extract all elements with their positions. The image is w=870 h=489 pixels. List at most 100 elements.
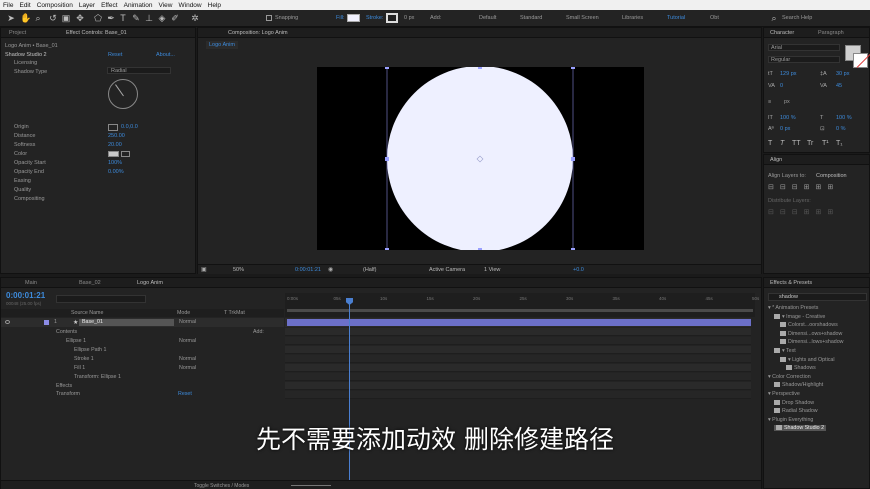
effects-list-item[interactable]: Dimensi...lows+shadow <box>780 339 844 345</box>
tab-main[interactable]: Main <box>25 280 37 286</box>
fill-property[interactable]: Fill 1 <box>74 365 85 371</box>
eraser-tool-icon[interactable]: ◈ <box>157 13 167 23</box>
selection-tool-icon[interactable]: ➤ <box>6 13 16 23</box>
menu-view[interactable]: View <box>156 2 176 9</box>
tracking-value[interactable]: 45 <box>836 83 842 89</box>
menu-composition[interactable]: Composition <box>34 2 76 9</box>
origin-value[interactable]: 0.0,0.0 <box>121 124 138 130</box>
comp-subtab[interactable]: Logo Anim <box>206 41 238 49</box>
workspace-obt[interactable]: Obt <box>710 15 719 21</box>
handle-t[interactable] <box>478 65 482 69</box>
menu-effect[interactable]: Effect <box>98 2 121 9</box>
workspace-tutorial[interactable]: Tutorial <box>667 15 685 21</box>
effects-list-item[interactable]: Dimensi...ows+shadow <box>780 330 842 337</box>
distance-value[interactable]: 250.00 <box>108 133 125 139</box>
fill-swatch[interactable] <box>347 14 360 22</box>
snapping-checkbox[interactable] <box>266 15 272 21</box>
stroke-color-swatch[interactable] <box>853 53 870 68</box>
tab-project[interactable]: Project <box>9 30 26 36</box>
tsume-value[interactable]: 0 % <box>836 126 845 132</box>
zoom-dropdown[interactable]: 50% <box>233 267 244 273</box>
tab-effect-controls[interactable]: Effect Controls: Base_01 <box>66 30 127 36</box>
clone-stamp-tool-icon[interactable]: ⊥ <box>144 13 154 23</box>
tab-effects-presets[interactable]: Effects & Presets <box>770 280 812 286</box>
workspace-standard[interactable]: Standard <box>520 15 542 21</box>
comp-canvas[interactable] <box>317 65 644 253</box>
effects-list-item[interactable]: Drop Shadow <box>774 399 814 406</box>
opacity-end-value[interactable]: 0.00% <box>108 169 124 175</box>
effects-list-item[interactable]: ▾ Color Correction <box>768 374 811 380</box>
add-label[interactable]: Add: <box>430 15 441 21</box>
search-icon[interactable]: ⌕ <box>769 13 779 23</box>
zoom-tool-icon[interactable]: ⌕ <box>33 13 43 23</box>
stroke-swatch[interactable] <box>386 13 398 23</box>
brush-tool-icon[interactable]: ✎ <box>131 13 141 23</box>
angle-dial[interactable] <box>108 79 138 109</box>
vertical-scale-value[interactable]: 100 % <box>780 115 796 121</box>
pen-tool-icon[interactable]: ✒ <box>106 13 116 23</box>
align-to-dropdown[interactable]: Composition <box>816 173 847 179</box>
shadow-type-dropdown[interactable]: Radial <box>107 67 171 74</box>
align-buttons[interactable]: ⊟⊟⊟⊞⊞⊞ <box>768 183 868 191</box>
handle-b[interactable] <box>478 248 482 252</box>
ellipse-group[interactable]: Ellipse 1 <box>66 338 86 344</box>
baseline-shift-value[interactable]: 0 px <box>780 126 790 132</box>
menu-file[interactable]: File <box>0 2 16 9</box>
menu-window[interactable]: Window <box>176 2 205 9</box>
handle-l[interactable] <box>385 157 389 161</box>
tab-paragraph[interactable]: Paragraph <box>818 30 844 36</box>
layer-name-field[interactable]: Base_01 <box>79 319 174 326</box>
workspace-libraries[interactable]: Libraries <box>622 15 643 21</box>
compositing-group[interactable]: Compositing <box>14 196 45 202</box>
col-trkmat[interactable]: T TrkMat <box>224 310 245 316</box>
layer-search-input[interactable] <box>56 295 146 303</box>
tab-composition[interactable]: Composition: Logo Anim <box>228 30 288 36</box>
workspace-small-screen[interactable]: Small Screen <box>566 15 599 21</box>
search-help[interactable]: Search Help <box>782 15 812 21</box>
camera-dropdown[interactable]: Active Camera <box>429 267 465 273</box>
puppet-tool-icon[interactable]: ✲ <box>190 13 200 23</box>
label-color[interactable] <box>44 320 49 325</box>
opacity-start-value[interactable]: 100% <box>108 160 122 166</box>
workspace-default[interactable]: Default <box>479 15 496 21</box>
type-tool-icon[interactable]: T <box>118 13 128 23</box>
hand-tool-icon[interactable]: ✋ <box>20 13 31 23</box>
effects-list-item[interactable]: Shadow/Highlight <box>774 382 823 388</box>
effects-list-item[interactable]: ▾ Image - Creative <box>774 313 825 320</box>
effect-name[interactable]: Shadow Studio 2 <box>5 52 47 58</box>
time-ruler[interactable]: 0:00s 05s 10s 15s 20s 25s 30s 35s 40s 45s 50s <box>285 293 759 317</box>
effects-group[interactable]: Effects <box>56 383 72 389</box>
timeline-timecode[interactable]: 0:00:01:21 <box>6 291 45 300</box>
transform-group[interactable]: Transform <box>56 391 80 397</box>
superscript-button[interactable]: T¹ <box>822 140 829 147</box>
effects-list-item[interactable]: ▾ * Animation Presets <box>768 305 818 311</box>
crosshair-icon[interactable] <box>108 124 118 131</box>
toggle-switches-modes[interactable]: Toggle Switches / Modes <box>194 483 249 489</box>
layer-duration-bar[interactable] <box>287 319 751 326</box>
stroke-label[interactable]: Stroke: <box>366 15 383 21</box>
view-layout-dropdown[interactable]: 1 View <box>484 267 500 273</box>
eye-icon[interactable] <box>5 320 10 324</box>
stroke-width-value[interactable]: px <box>784 99 790 105</box>
small-caps-button[interactable]: Tr <box>807 140 813 147</box>
effects-list-item[interactable]: ▾ Lights and Optical <box>780 356 835 363</box>
shape-tool-icon[interactable]: ⬠ <box>93 13 103 23</box>
easing-group[interactable]: Easing <box>14 178 31 184</box>
tab-logo-anim[interactable]: Logo Anim <box>137 280 163 286</box>
eyedropper-icon[interactable] <box>121 151 130 157</box>
kerning-value[interactable]: 0 <box>780 83 783 89</box>
fill-label[interactable]: Fill: <box>336 15 345 21</box>
ellipse-mode[interactable]: Normal <box>179 338 196 344</box>
effects-list-item[interactable]: ▾ Text <box>774 348 796 354</box>
effect-about-link[interactable]: About... <box>156 52 175 58</box>
viewer-timecode[interactable]: 0:00:01:21 <box>295 267 321 273</box>
exposure-value[interactable]: +0.0 <box>573 267 584 273</box>
distribute-buttons[interactable]: ⊟⊟⊟⊞⊞⊞ <box>768 208 868 216</box>
handle-tr[interactable] <box>571 65 575 69</box>
quality-group[interactable]: Quality <box>14 187 31 193</box>
menu-animation[interactable]: Animation <box>121 2 156 9</box>
contents-group[interactable]: Contents <box>56 329 77 335</box>
effect-reset-link[interactable]: Reset <box>108 52 122 58</box>
font-style-dropdown[interactable]: Regular <box>768 56 840 63</box>
menu-layer[interactable]: Layer <box>76 2 98 9</box>
